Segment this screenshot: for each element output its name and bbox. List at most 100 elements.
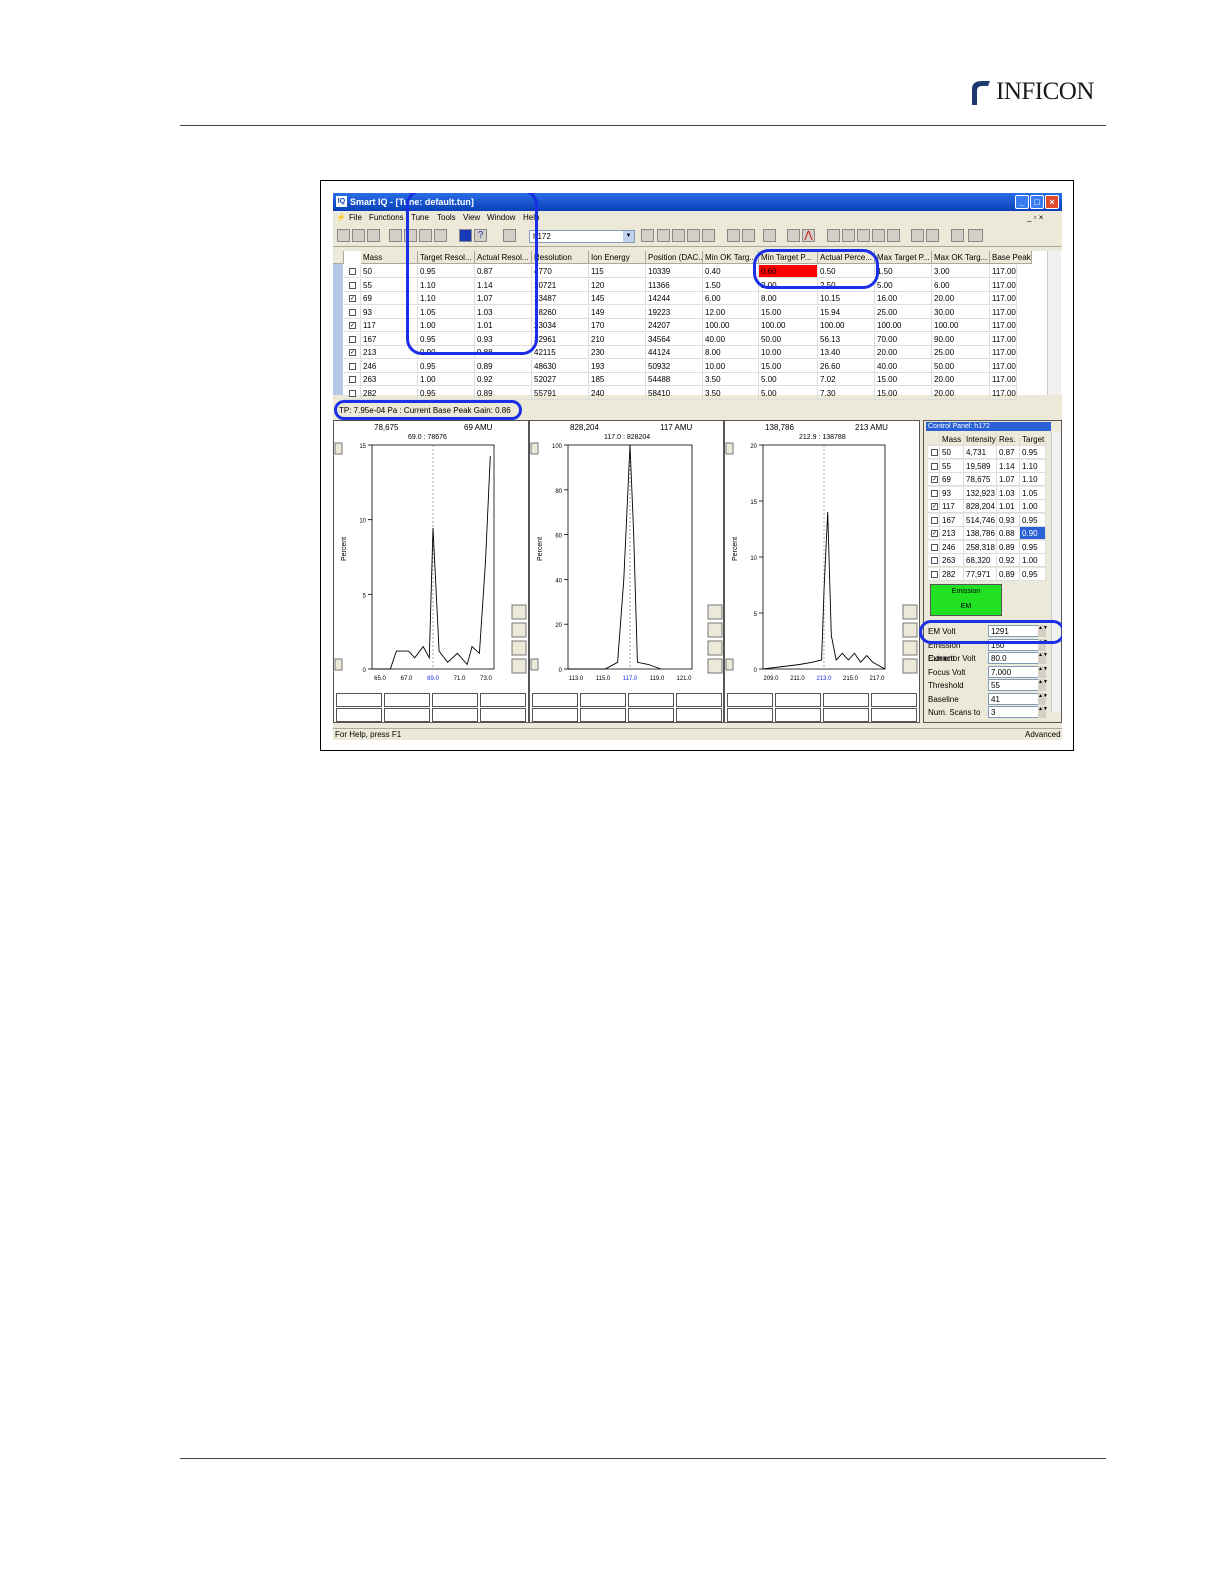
grid-cell[interactable]: 282 bbox=[361, 386, 418, 400]
cp-cell[interactable]: 258,318 bbox=[964, 540, 997, 554]
tool-icon-7[interactable] bbox=[742, 229, 755, 242]
grid-cell[interactable]: 100.00 bbox=[875, 319, 932, 332]
chart-zoom-button[interactable] bbox=[707, 604, 723, 620]
tool-icon-4[interactable] bbox=[687, 229, 700, 242]
grid-cell[interactable]: 5.00 bbox=[875, 278, 932, 292]
grid-cell[interactable]: 5.00 bbox=[759, 373, 818, 386]
peak-shape-button[interactable] bbox=[432, 708, 478, 722]
maximize-button[interactable]: □ bbox=[1030, 195, 1044, 209]
grid-cell[interactable]: 10.00 bbox=[703, 359, 759, 373]
cp-cell[interactable]: 1.05 bbox=[1020, 486, 1046, 500]
grid-cell[interactable]: 56.13 bbox=[818, 332, 875, 346]
grid-row-checkbox[interactable] bbox=[349, 389, 356, 397]
cp-header-1[interactable]: Intensity bbox=[964, 433, 997, 446]
grid-cell[interactable]: 15.00 bbox=[875, 386, 932, 400]
cp-cell[interactable]: 1.14 bbox=[997, 459, 1020, 473]
cp-cell[interactable]: 213 bbox=[940, 527, 964, 540]
grid-cell[interactable]: 40.00 bbox=[703, 332, 759, 346]
spin-arrows-icon[interactable]: ▲▼ bbox=[1038, 679, 1048, 691]
grid-cell[interactable]: 117.00 bbox=[990, 278, 1017, 292]
grid-cell[interactable]: 117.00 bbox=[990, 319, 1017, 332]
chart-scroll-up-icon[interactable] bbox=[725, 442, 734, 455]
cp-selected-target-cell[interactable]: 0.90 bbox=[1020, 527, 1046, 540]
cp-cell[interactable]: 1.00 bbox=[1020, 500, 1046, 513]
grid-cell[interactable]: 19223 bbox=[646, 305, 703, 319]
cp-cell[interactable]: 1.01 bbox=[997, 500, 1020, 513]
grid-cell[interactable]: 0.89 bbox=[475, 359, 532, 373]
cp-row-checkbox[interactable] bbox=[931, 462, 938, 470]
grid-header-10[interactable]: Max OK Targ... bbox=[932, 251, 990, 264]
grid-cell[interactable]: 6.00 bbox=[703, 292, 759, 305]
cp-cell[interactable]: 0.88 bbox=[997, 527, 1020, 540]
grid-cell[interactable]: 32961 bbox=[532, 332, 589, 346]
peak-shape-button[interactable] bbox=[871, 693, 917, 707]
chart-scroll-up-icon[interactable] bbox=[530, 442, 539, 455]
cp-cell[interactable]: 55 bbox=[940, 459, 964, 473]
grid-cell[interactable]: 1.00 bbox=[418, 373, 475, 386]
peak-shape-button[interactable] bbox=[676, 693, 722, 707]
chart-zoom-button[interactable] bbox=[511, 640, 527, 656]
grid-cell[interactable]: 16.00 bbox=[875, 292, 932, 305]
grid-cell[interactable]: 117.00 bbox=[990, 332, 1017, 346]
minimize-button[interactable]: _ bbox=[1015, 195, 1029, 209]
grid-cell[interactable]: 8.00 bbox=[759, 292, 818, 305]
grid-header-4[interactable]: Ion Energy bbox=[589, 251, 646, 264]
cp-cell[interactable]: 1.10 bbox=[1020, 473, 1046, 486]
grid-cell[interactable]: 23034 bbox=[532, 319, 589, 332]
peak-shape-button[interactable] bbox=[628, 708, 674, 722]
cp-cell[interactable]: 0.95 bbox=[1020, 446, 1046, 459]
tool-icon-5[interactable] bbox=[702, 229, 715, 242]
grid-cell[interactable]: 15.00 bbox=[875, 373, 932, 386]
grid-cell[interactable]: 13487 bbox=[532, 292, 589, 305]
grid-cell[interactable]: 100.00 bbox=[703, 319, 759, 332]
cp-cell[interactable]: 138,786 bbox=[964, 527, 997, 540]
grid-cell[interactable]: 4770 bbox=[532, 265, 589, 278]
grid-cell[interactable]: 3.50 bbox=[703, 386, 759, 400]
spin-arrows-icon[interactable]: ▲▼ bbox=[1038, 692, 1048, 705]
grid-cell[interactable]: 15.00 bbox=[759, 359, 818, 373]
grid-row-checkbox[interactable] bbox=[349, 376, 356, 383]
peak-shape-button[interactable] bbox=[823, 708, 869, 722]
grid-cell[interactable]: 0.95 bbox=[418, 386, 475, 400]
grid-cell[interactable]: 6.00 bbox=[932, 278, 990, 292]
grid-cell[interactable]: 117.00 bbox=[990, 265, 1017, 278]
cp-row-checkbox[interactable]: ✓ bbox=[931, 530, 938, 537]
grid-cell[interactable]: 30.00 bbox=[932, 305, 990, 319]
cp-cell[interactable]: 0.87 bbox=[997, 446, 1020, 459]
menu-file[interactable]: File bbox=[349, 213, 362, 222]
grid-cell[interactable]: 0.95 bbox=[418, 359, 475, 373]
grid-cell[interactable]: 10721 bbox=[532, 278, 589, 292]
grid-cell[interactable]: 117.00 bbox=[990, 386, 1017, 400]
peak-shape-button[interactable] bbox=[580, 708, 626, 722]
chart-zoom-button[interactable] bbox=[902, 604, 918, 620]
close-button[interactable]: × bbox=[1045, 195, 1059, 209]
grid-cell[interactable]: 193 bbox=[589, 359, 646, 373]
grid-cell[interactable]: 40.00 bbox=[875, 359, 932, 373]
grid-cell[interactable]: 14244 bbox=[646, 292, 703, 305]
cp-cell[interactable]: 828,204 bbox=[964, 500, 997, 513]
cp-cell[interactable]: 4,731 bbox=[964, 446, 997, 459]
tool-icon-15[interactable] bbox=[926, 229, 939, 242]
spin-arrows-icon[interactable]: ▲▼ bbox=[1038, 706, 1048, 718]
grid-cell[interactable]: 115 bbox=[589, 265, 646, 278]
grid-cell[interactable]: 15.94 bbox=[818, 305, 875, 319]
grid-row-checkbox[interactable] bbox=[349, 362, 356, 370]
peak-shape-button[interactable] bbox=[384, 693, 430, 707]
grid-row-checkbox[interactable] bbox=[349, 308, 356, 316]
chart-zoom-button[interactable] bbox=[902, 622, 918, 638]
peak-shape-button[interactable] bbox=[727, 708, 773, 722]
tool-icon-9[interactable] bbox=[827, 229, 840, 242]
cp-cell[interactable]: 0.95 bbox=[1020, 513, 1046, 527]
grid-cell[interactable]: 26.60 bbox=[818, 359, 875, 373]
grid-cell[interactable]: 90.00 bbox=[932, 332, 990, 346]
grid-header-11[interactable]: Base Peak bbox=[990, 251, 1032, 264]
peak-shape-button[interactable] bbox=[384, 708, 430, 722]
grid-cell[interactable]: 48630 bbox=[532, 359, 589, 373]
grid-header-5[interactable]: Position (DAC... bbox=[646, 251, 703, 264]
cp-row-checkbox[interactable] bbox=[931, 543, 938, 551]
cp-cell[interactable]: 514,746 bbox=[964, 513, 997, 527]
chart-scroll-down-icon[interactable] bbox=[725, 658, 734, 671]
cp-row-checkbox[interactable] bbox=[931, 516, 938, 524]
grid-cell[interactable]: 10.00 bbox=[759, 346, 818, 359]
cp-cell[interactable]: 167 bbox=[940, 513, 964, 527]
